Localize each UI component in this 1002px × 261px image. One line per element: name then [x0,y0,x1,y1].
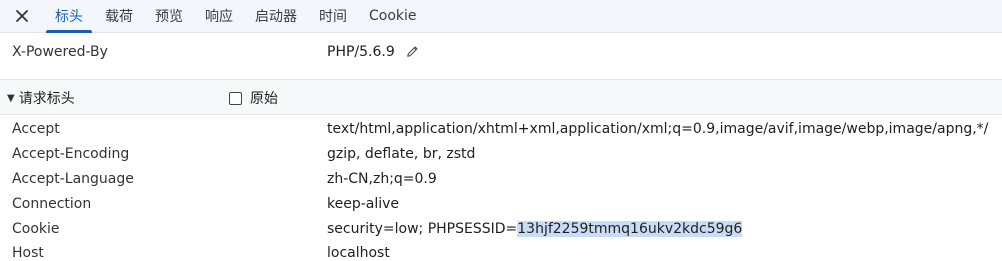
tab-cookies[interactable]: Cookie [358,0,428,32]
header-value[interactable]: PHP/5.6.9 [327,44,395,60]
tab-initiator[interactable]: 启动器 [244,0,308,32]
tab-bar: 标头 载荷 预览 响应 启动器 时间 Cookie [0,0,1002,33]
raw-label: 原始 [250,91,278,107]
header-value[interactable]: gzip, deflate, br, zstd [327,146,475,162]
raw-toggle[interactable]: 原始 [229,88,278,108]
selected-text: 13hjf2259tmmq16ukv2kdc59g6 [517,221,743,237]
header-value[interactable]: keep-alive [327,196,399,212]
pencil-icon[interactable] [405,44,420,59]
triangle-down-icon: ▼ [7,92,15,104]
tab-payload[interactable]: 载荷 [94,0,144,32]
header-name: Accept-Encoding [12,146,130,162]
close-panel-button[interactable] [0,0,44,32]
tab-headers[interactable]: 标头 [44,0,94,33]
tab-timing[interactable]: 时间 [308,0,358,32]
header-name: Accept [12,121,60,137]
header-name: Cookie [12,221,60,237]
raw-checkbox[interactable] [229,91,242,105]
header-value[interactable]: zh-CN,zh;q=0.9 [327,171,437,187]
tab-response[interactable]: 响应 [194,0,244,32]
header-value-wrap: PHP/5.6.9 [327,44,420,60]
header-value[interactable]: text/html,application/xhtml+xml,applicat… [327,121,988,137]
header-name: X-Powered-By [12,44,108,60]
request-headers-section-header: ▼ 请求标头 原始 [0,80,1002,115]
section-title: 请求标头 [18,91,75,107]
header-name: Accept-Language [12,171,134,187]
cookie-value-prefix: security=low; PHPSESSID= [327,221,518,237]
request-headers-toggle[interactable]: ▼ 请求标头 [7,88,75,108]
tab-preview[interactable]: 预览 [144,0,194,32]
close-icon [16,10,28,22]
header-value[interactable]: security=low; PHPSESSID=13hjf2259tmmq16u… [327,221,743,237]
header-row-x-powered-by: X-Powered-By PHP/5.6.9 [0,33,1002,80]
header-name: Connection [12,196,92,212]
